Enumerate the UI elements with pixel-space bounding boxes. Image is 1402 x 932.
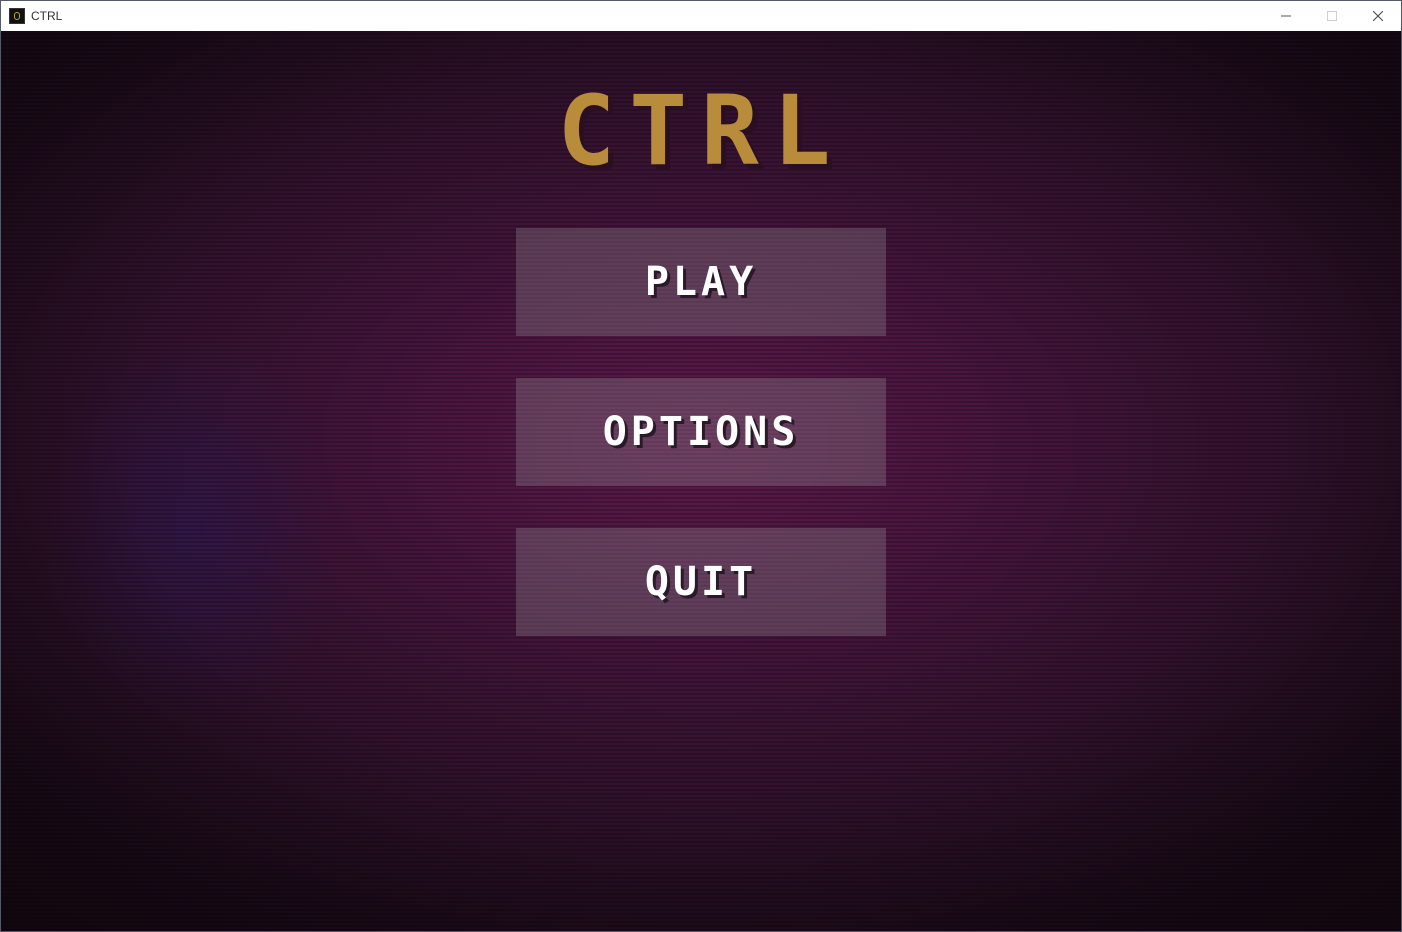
maximize-icon <box>1327 11 1337 21</box>
background-tint <box>41 331 341 731</box>
close-button[interactable] <box>1355 1 1401 31</box>
close-icon <box>1373 11 1383 21</box>
quit-button-label: QUIT <box>644 559 758 605</box>
play-button-label: PLAY <box>644 259 758 305</box>
game-title-logo: CTRL <box>557 75 845 187</box>
title-bar[interactable]: CTRL <box>1 1 1401 31</box>
quit-button[interactable]: QUIT <box>516 528 886 636</box>
maximize-button[interactable] <box>1309 1 1355 31</box>
options-button-label: OPTIONS <box>602 409 800 455</box>
minimize-button[interactable] <box>1263 1 1309 31</box>
minimize-icon <box>1281 15 1291 17</box>
play-button[interactable]: PLAY <box>516 228 886 336</box>
window-controls <box>1263 1 1401 31</box>
game-canvas: CTRL PLAY OPTIONS QUIT <box>1 31 1401 931</box>
options-button[interactable]: OPTIONS <box>516 378 886 486</box>
window-title: CTRL <box>31 9 63 23</box>
app-icon <box>9 8 25 24</box>
game-window: CTRL CTRL PLAY OPTIONS QUIT <box>0 0 1402 932</box>
